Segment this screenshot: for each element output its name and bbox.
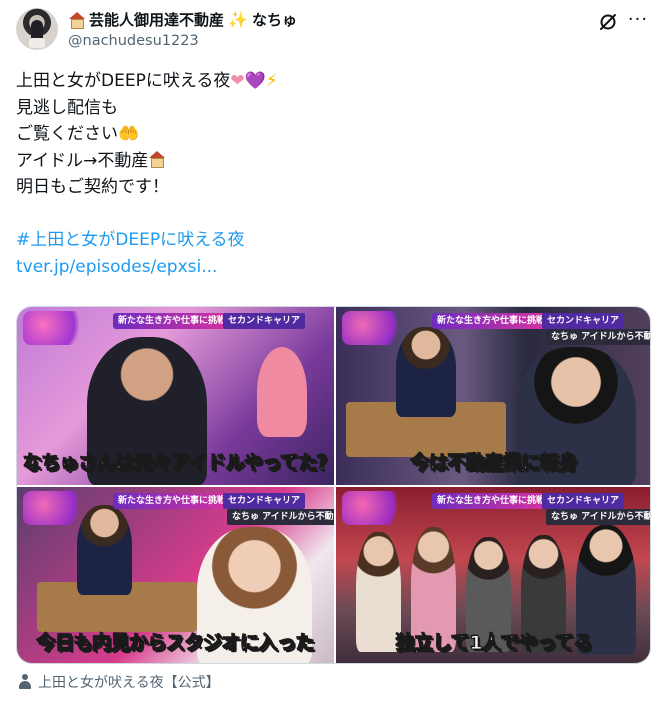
- sparkle-emoji-icon: ✨: [228, 10, 248, 29]
- source-attribution[interactable]: 上田と女が吠える夜【公式】: [18, 672, 220, 692]
- second-career-banner: セカンドキャリア: [542, 313, 625, 329]
- media-image-2[interactable]: 新たな生き方や仕事に挑戦する セカンドキャリア なちゅ アイドルから不動産業に …: [336, 307, 650, 485]
- name-banner: なちゅ アイドルから不動産業に: [227, 509, 334, 525]
- tweet-line-4: アイドル→不動産: [16, 148, 646, 175]
- caption-highlight: 内見: [92, 632, 131, 655]
- caption-highlight: 不動産業: [447, 452, 523, 475]
- second-career-banner: セカンドキャリア: [223, 493, 306, 509]
- media-image-4[interactable]: 新たな生き方や仕事に挑戦する セカンドキャリア なちゅ アイドルから不動産業に …: [336, 487, 650, 663]
- subtitle-caption: 今は不動産業に転身: [342, 448, 646, 475]
- subtitle-caption: 今日も内見からスタジオに入った: [23, 628, 328, 655]
- display-name[interactable]: 芸能人御用達不動産 ✨ なちゅ: [68, 9, 297, 30]
- caption-part: 独立して1人でやってる: [395, 632, 593, 655]
- subtitle-caption: なちゅさんは元々アイドルやってた？: [22, 448, 334, 475]
- caption-part: からスタジオに入った: [129, 632, 316, 655]
- media-image-3[interactable]: 新たな生き方や仕事に挑戦する セカンドキャリア なちゅ アイドルから不動産業に …: [17, 487, 334, 663]
- url-link[interactable]: tver.jp/episodes/epxsi...: [16, 254, 646, 281]
- person-icon: [18, 674, 32, 690]
- lightning-emoji-icon: ⚡: [265, 71, 278, 91]
- flamingo-prop: [257, 347, 307, 437]
- pink-heart-emoji-icon: ❤: [230, 71, 245, 91]
- caption-part: なちゅさんは: [22, 452, 135, 475]
- display-name-suffix: なちゅ: [251, 11, 297, 29]
- grok-icon[interactable]: [598, 12, 618, 32]
- show-logo-icon: [342, 491, 410, 525]
- display-name-text: 芸能人御用達不動産: [89, 11, 225, 29]
- house-emoji-icon: [68, 12, 85, 29]
- show-logo-icon: [23, 491, 91, 525]
- woman-in-suit-figure: [396, 327, 456, 417]
- media-grid: 新たな生き方や仕事に挑戦する セカンドキャリア なちゅさんは元々アイドルやってた…: [16, 306, 651, 664]
- house-emoji-icon: [148, 150, 166, 168]
- avatar[interactable]: [16, 8, 58, 50]
- show-logo-icon: [23, 311, 91, 345]
- purple-heart-emoji-icon: 💜: [244, 71, 266, 91]
- media-image-1[interactable]: 新たな生き方や仕事に挑戦する セカンドキャリア なちゅさんは元々アイドルやってた…: [17, 307, 334, 485]
- avatar-legs: [29, 38, 45, 48]
- caption-part: 今は: [410, 452, 449, 475]
- caption-part: に転身: [521, 452, 578, 475]
- name-banner: なちゅ アイドルから不動産業に: [546, 329, 650, 345]
- subtitle-caption: 独立して1人でやってる: [342, 628, 646, 655]
- palms-up-emoji-icon: 🤲: [118, 124, 140, 144]
- tweet-line-3: ご覧ください🤲: [16, 121, 646, 148]
- source-label: 上田と女が吠える夜【公式】: [38, 675, 220, 691]
- tweet-line-4-text: アイドル→不動産: [16, 150, 149, 171]
- tweet-line-1: 上田と女がDEEPに吠える夜❤💜⚡: [16, 68, 646, 95]
- woman-in-suit-figure: [77, 505, 132, 595]
- tweet-body: 上田と女がDEEPに吠える夜❤💜⚡ 見逃し配信も ご覧ください🤲 アイドル→不動…: [16, 68, 646, 280]
- more-icon[interactable]: ···: [626, 10, 650, 34]
- tweet-line-1-text: 上田と女がDEEPに吠える夜: [16, 71, 231, 91]
- hashtag-link[interactable]: #上田と女がDEEPに吠える夜: [16, 227, 646, 254]
- tweet-line-2: 見逃し配信も: [16, 97, 118, 118]
- show-logo-icon: [342, 311, 410, 345]
- name-banner: なちゅ アイドルから不動産業に: [546, 509, 650, 525]
- tweet-line-3-text: ご覧ください: [16, 124, 118, 144]
- second-career-banner: セカンドキャリア: [542, 493, 625, 509]
- caption-highlight: 元々: [134, 452, 173, 475]
- tweet-spacer: [16, 201, 646, 228]
- second-career-banner: セカンドキャリア: [223, 313, 306, 329]
- user-handle[interactable]: @nachudesu1223: [68, 33, 199, 49]
- caption-part: アイドルやってた？: [171, 452, 334, 475]
- caption-part: 今日も: [36, 632, 93, 655]
- tweet-line-5: 明日もご契約です！: [16, 177, 169, 197]
